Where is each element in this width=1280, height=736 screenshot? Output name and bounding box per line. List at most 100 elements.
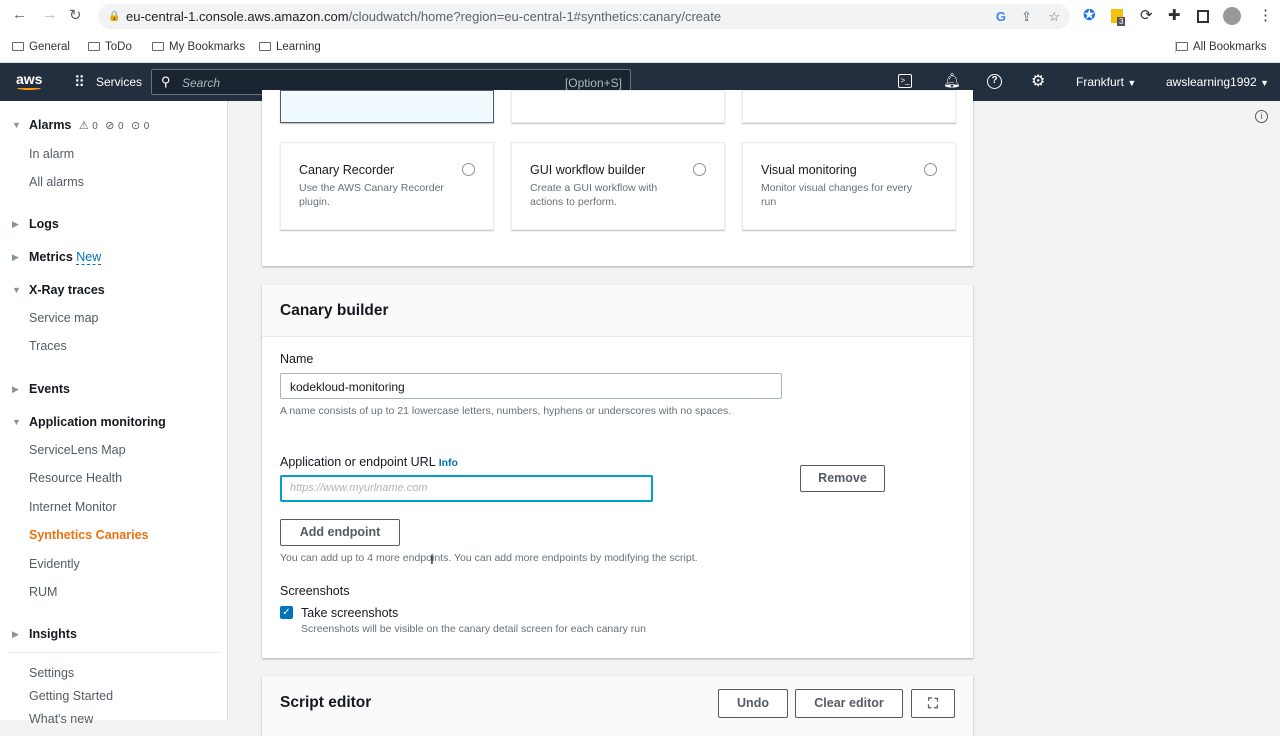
info-link[interactable]: Info: [439, 457, 458, 469]
profile-avatar[interactable]: [1223, 7, 1241, 25]
bookmark-label: General: [29, 41, 70, 53]
blueprint-title: Canary Recorder: [299, 163, 395, 177]
endpoint-hint: You can add up to 4 more endpoints. You …: [280, 552, 698, 564]
radio-button[interactable]: [924, 163, 937, 176]
blueprint-option[interactable]: [511, 90, 725, 123]
ok-count: 0: [117, 121, 124, 132]
sidebar-item-metrics[interactable]: Metrics New: [29, 250, 102, 265]
caret-down-icon[interactable]: ▼: [12, 285, 21, 295]
insufficient-data-icon: ⊙: [131, 120, 141, 132]
services-button[interactable]: Services: [96, 75, 142, 89]
region-selector[interactable]: Frankfurt ▼: [1076, 75, 1136, 89]
sidebar-item-all-alarms[interactable]: All alarms: [29, 175, 84, 189]
name-input[interactable]: kodekloud-monitoring: [280, 373, 782, 399]
take-screenshots-label[interactable]: Take screenshots: [301, 606, 398, 620]
sidebar-item-traces[interactable]: Traces: [29, 339, 67, 353]
blueprint-option-selected[interactable]: [280, 90, 494, 123]
sidebar-item-whats-new[interactable]: What's new: [29, 712, 93, 726]
sidebar-item-insights[interactable]: Insights: [29, 627, 77, 641]
sidebar-item-xray-traces[interactable]: X-Ray traces: [29, 283, 105, 297]
add-endpoint-button[interactable]: Add endpoint: [280, 519, 400, 546]
name-label: Name: [280, 352, 314, 366]
address-bar[interactable]: 🔒 eu-central-1.console.aws.amazon.com/clo…: [98, 4, 1070, 29]
bookmark-label: All Bookmarks: [1193, 41, 1267, 53]
star-icon[interactable]: ☆: [1048, 4, 1060, 29]
share-icon[interactable]: ⇪: [1021, 4, 1032, 29]
reload-icon[interactable]: ↻: [69, 6, 82, 24]
blueprint-desc: Monitor visual changes for every run: [761, 182, 913, 208]
url-placeholder: https://www.myurlname.com: [290, 482, 428, 494]
sidebar-item-servicelens-map[interactable]: ServiceLens Map: [29, 443, 126, 457]
sidebar-item-evidently[interactable]: Evidently: [29, 557, 80, 571]
sidebar-item-settings[interactable]: Settings: [29, 666, 74, 680]
blueprint-gui-workflow-builder[interactable]: GUI workflow builder Create a GUI workflo…: [511, 142, 725, 230]
info-panel-icon[interactable]: i: [1255, 110, 1268, 123]
cloudshell-icon[interactable]: >_: [898, 74, 912, 88]
aws-smile-icon: [17, 86, 41, 90]
sidebar-item-application-monitoring[interactable]: Application monitoring: [29, 415, 166, 429]
google-icon[interactable]: G: [996, 4, 1006, 29]
aws-logo[interactable]: aws: [16, 71, 42, 87]
account-label: awslearning1992: [1166, 75, 1257, 89]
script-editor-panel: Script editor Undo Clear editor ⛶: [262, 676, 973, 736]
blueprint-visual-monitoring[interactable]: Visual monitoring Monitor visual changes …: [742, 142, 956, 230]
screenshots-label: Screenshots: [280, 584, 350, 598]
forward-icon[interactable]: →: [42, 6, 57, 23]
metrics-label: Metrics: [29, 250, 73, 264]
screenshots-checkbox[interactable]: ✓: [280, 606, 293, 619]
text-cursor-icon: I: [430, 551, 434, 567]
sidebar-item-in-alarm[interactable]: In alarm: [29, 147, 74, 161]
fullscreen-icon[interactable]: ⛶: [911, 689, 955, 718]
extension-icon[interactable]: ✪: [1083, 6, 1096, 24]
blueprint-option[interactable]: [742, 90, 956, 123]
new-badge[interactable]: New: [76, 250, 102, 265]
blueprint-title: GUI workflow builder: [530, 163, 646, 177]
url-input[interactable]: https://www.myurlname.com: [280, 475, 653, 502]
sidebar-item-synthetics-canaries[interactable]: Synthetics Canaries: [29, 528, 149, 542]
bookmark-todo[interactable]: ToDo: [88, 41, 132, 53]
bookmark-general[interactable]: General: [12, 41, 70, 53]
url-host: eu-central-1.console.aws.amazon.com: [126, 9, 349, 24]
bookmark-learning[interactable]: Learning: [259, 41, 321, 53]
settings-gear-icon[interactable]: ⚙: [1031, 71, 1045, 91]
back-icon[interactable]: ←: [12, 6, 27, 23]
caret-right-icon[interactable]: ▶: [12, 252, 19, 263]
help-icon[interactable]: ?: [987, 74, 1002, 89]
blueprint-canary-recorder[interactable]: Canary Recorder Use the AWS Canary Record…: [280, 142, 494, 230]
sidebar: ▼ Alarms ⚠ 0 ⊘ 0 ⊙ 0 In alarm All alarms…: [0, 101, 228, 726]
sidebar-item-rum[interactable]: RUM: [29, 585, 57, 599]
menu-icon[interactable]: ⋮: [1258, 6, 1273, 24]
sidebar-item-internet-monitor[interactable]: Internet Monitor: [29, 500, 117, 514]
caret-down-icon[interactable]: ▼: [12, 120, 21, 130]
caret-right-icon[interactable]: ▶: [12, 384, 19, 395]
bookmark-label: ToDo: [105, 41, 132, 53]
bookmark-my-bookmarks[interactable]: My Bookmarks: [152, 41, 245, 53]
folder-icon: [88, 42, 100, 51]
account-menu[interactable]: awslearning1992 ▼: [1166, 75, 1269, 89]
sidebar-item-events[interactable]: Events: [29, 382, 70, 396]
sidepanel-icon[interactable]: [1197, 10, 1209, 23]
bell-icon[interactable]: 🔔︎: [943, 72, 961, 89]
all-bookmarks[interactable]: All Bookmarks: [1175, 41, 1267, 53]
in-alarm-count: 0: [92, 121, 98, 132]
grid-icon[interactable]: ⠿: [74, 73, 85, 91]
puzzle-icon[interactable]: ✚: [1168, 6, 1181, 24]
clear-editor-button[interactable]: Clear editor: [795, 689, 903, 718]
sidebar-item-service-map[interactable]: Service map: [29, 311, 98, 325]
caret-right-icon[interactable]: ▶: [12, 219, 19, 230]
sidebar-alarms[interactable]: Alarms ⚠ 0 ⊘ 0 ⊙ 0: [29, 118, 149, 132]
undo-button[interactable]: Undo: [718, 689, 788, 718]
sidebar-item-logs[interactable]: Logs: [29, 217, 59, 231]
caret-down-icon[interactable]: ▼: [12, 417, 21, 427]
radio-button[interactable]: [462, 163, 475, 176]
sync-icon[interactable]: ⟳: [1140, 6, 1153, 24]
sidebar-item-getting-started[interactable]: Getting Started: [29, 689, 113, 703]
panel-title: Canary builder: [280, 302, 389, 319]
caret-right-icon[interactable]: ▶: [12, 629, 19, 640]
screenshots-hint: Screenshots will be visible on the canar…: [301, 623, 646, 635]
remove-button[interactable]: Remove: [800, 465, 885, 492]
folder-icon: [152, 42, 164, 51]
extension-badge-icon[interactable]: 3: [1111, 9, 1126, 26]
sidebar-item-resource-health[interactable]: Resource Health: [29, 471, 122, 485]
radio-button[interactable]: [693, 163, 706, 176]
